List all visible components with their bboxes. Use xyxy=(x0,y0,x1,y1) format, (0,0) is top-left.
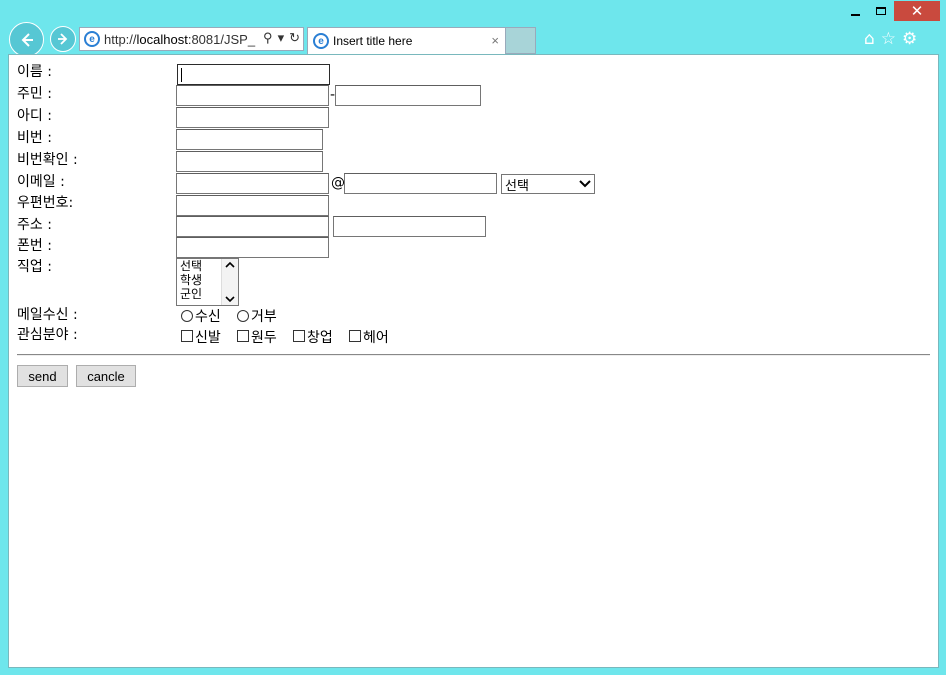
divider xyxy=(17,354,930,356)
mail-receive-yes-radio[interactable] xyxy=(181,310,193,322)
phone-input[interactable] xyxy=(176,237,329,258)
interest-label: 관심분야 : xyxy=(17,327,78,343)
password-confirm-label: 비번확인 : xyxy=(17,152,78,168)
close-window-button[interactable]: ✕ xyxy=(894,1,940,21)
email-select-value: 선택 xyxy=(505,178,529,194)
chevron-up-icon[interactable] xyxy=(224,259,236,271)
jumin-label: 주민 : xyxy=(17,86,52,102)
interest-coffee-checkbox[interactable] xyxy=(237,330,249,342)
phone-label: 폰번 : xyxy=(17,238,52,254)
maximize-button[interactable] xyxy=(868,1,894,21)
mail-receive-yes-label: 수신 xyxy=(195,309,221,325)
listbox-scrollbar[interactable] xyxy=(221,259,238,305)
mail-receive-label: 메일수신 : xyxy=(17,307,78,323)
email-label: 이메일 : xyxy=(17,174,65,190)
jumin-second-input[interactable] xyxy=(335,85,481,106)
page-content: 이름 : 주민 : - 아디 : 비번 : 비번확인 : 이메일 : @ 선택 … xyxy=(8,54,939,668)
email-id-input[interactable] xyxy=(176,173,329,194)
home-icon[interactable]: ⌂ xyxy=(864,29,875,49)
mail-receive-no-label: 거부 xyxy=(251,309,277,325)
email-at-sign: @ xyxy=(331,175,345,191)
jumin-first-input[interactable] xyxy=(176,85,329,106)
arrow-left-icon xyxy=(21,32,33,47)
interest-startup-checkbox[interactable] xyxy=(293,330,305,342)
chevron-down-icon[interactable] xyxy=(224,293,236,305)
send-button[interactable]: send xyxy=(17,365,68,387)
tab-close-icon[interactable]: × xyxy=(491,33,499,48)
zipcode-input[interactable] xyxy=(176,195,329,216)
url-rest: :8081/JSP_ xyxy=(187,31,256,47)
address-input[interactable] xyxy=(176,216,329,237)
tab-title: Insert title here xyxy=(333,34,413,48)
name-label: 이름 : xyxy=(17,64,52,80)
address-detail-input[interactable] xyxy=(333,216,486,237)
tab-active[interactable]: e Insert title here × xyxy=(307,27,506,54)
name-input[interactable] xyxy=(177,64,330,85)
search-icon[interactable]: ⚲ xyxy=(263,30,273,46)
interest-coffee-label: 원두 xyxy=(251,330,277,346)
job-label: 직업 : xyxy=(17,259,52,275)
mail-receive-no-radio[interactable] xyxy=(237,310,249,322)
ie-logo-icon: e xyxy=(84,31,100,47)
interest-shoes-label: 신발 xyxy=(195,330,221,346)
dropdown-icon[interactable]: ▾ xyxy=(278,30,285,46)
settings-gear-icon[interactable]: ⚙ xyxy=(902,29,917,49)
interest-hair-checkbox[interactable] xyxy=(349,330,361,342)
zipcode-label: 우편번호: xyxy=(17,195,74,211)
id-label: 아디 : xyxy=(17,108,52,124)
interest-shoes-checkbox[interactable] xyxy=(181,330,193,342)
password-confirm-input[interactable] xyxy=(176,151,323,172)
address-label: 주소 : xyxy=(17,217,52,233)
url-host: localhost xyxy=(136,31,188,47)
arrow-right-icon xyxy=(58,33,68,45)
address-bar[interactable]: e http://localhost:8081/JSP_ ⚲ ▾ ↻ xyxy=(79,27,304,51)
new-tab-button[interactable] xyxy=(506,27,536,54)
url-scheme: http:// xyxy=(104,31,137,47)
ie-logo-icon: e xyxy=(313,33,329,49)
minimize-button[interactable] xyxy=(842,1,868,21)
password-label: 비번 : xyxy=(17,130,52,146)
email-domain-input[interactable] xyxy=(344,173,497,194)
id-input[interactable] xyxy=(176,107,329,128)
forward-button[interactable] xyxy=(50,26,76,52)
interest-hair-label: 헤어 xyxy=(363,330,389,346)
favorites-star-icon[interactable]: ☆ xyxy=(881,29,896,49)
text-caret xyxy=(181,68,182,82)
refresh-icon[interactable]: ↻ xyxy=(289,30,300,46)
back-button[interactable] xyxy=(9,22,44,57)
interest-startup-label: 창업 xyxy=(307,330,333,346)
email-domain-select[interactable]: 선택 xyxy=(501,174,595,194)
job-listbox[interactable]: 선택 학생 군인 xyxy=(176,258,239,306)
cancel-button[interactable]: cancle xyxy=(76,365,136,387)
chevron-down-icon xyxy=(579,176,591,193)
password-input[interactable] xyxy=(176,129,323,150)
